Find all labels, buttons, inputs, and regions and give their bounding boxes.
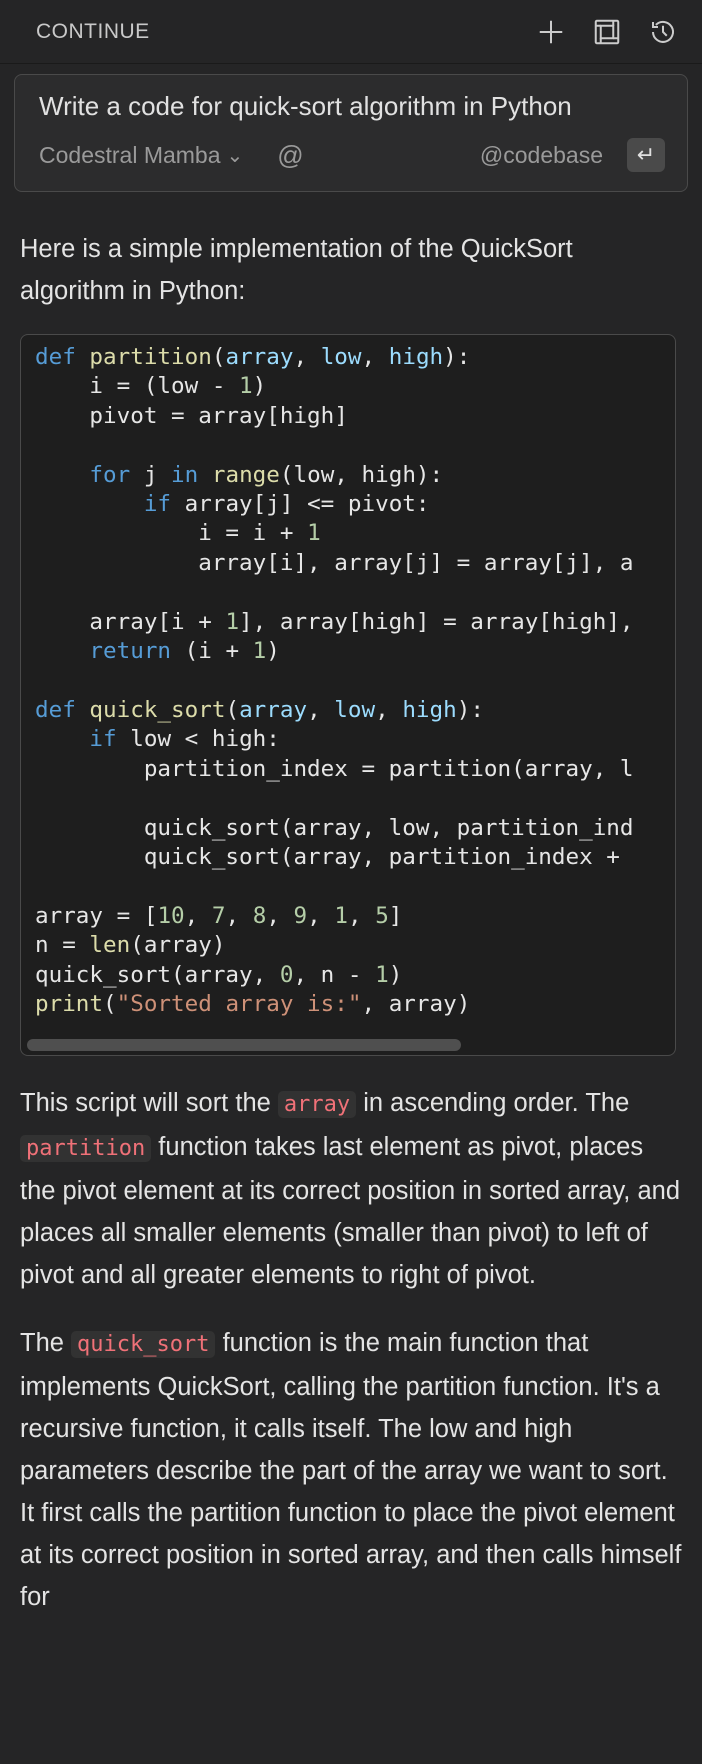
code-line: print("Sorted array is:", array) [35, 990, 471, 1017]
code-line: quick_sort(array, partition_index + [35, 843, 634, 870]
mention-icon[interactable]: @ [277, 140, 303, 171]
enter-icon[interactable]: ↵ [627, 138, 665, 172]
code-line: pivot = array[high] [35, 402, 348, 429]
inline-code-quick-sort: quick_sort [71, 1331, 216, 1358]
code-block[interactable]: def partition(array, low, high): i = (lo… [20, 334, 676, 1056]
code-line: if low < high: [89, 726, 280, 753]
horizontal-scrollbar[interactable] [27, 1039, 461, 1051]
code-line: array[i + 1], array[high] = array[high], [35, 608, 634, 635]
codebase-context-button[interactable]: @codebase [480, 142, 603, 169]
code-line: array = [10, 7, 8, 9, 1, 5] [35, 902, 403, 929]
code-line: def quick_sort(array, low, high): [35, 696, 484, 723]
inline-code-partition: partition [20, 1135, 152, 1162]
panel-header: CONTINUE [0, 0, 702, 64]
code-line: array[i], array[j] = array[j], a [35, 549, 634, 576]
maximize-icon[interactable] [590, 15, 624, 49]
response-paragraph-quick-sort: The quick_sort function is the main func… [20, 1329, 682, 1611]
code-line: quick_sort(array, 0, n - 1) [35, 961, 403, 988]
code-line: n = len(array) [35, 932, 226, 959]
panel-title: CONTINUE [36, 19, 150, 43]
plus-icon[interactable] [534, 15, 568, 49]
code-line: i = (low - 1) [35, 373, 267, 400]
response-paragraph-partition: This script will sort the array in ascen… [20, 1089, 681, 1289]
model-name: Codestral Mamba [39, 141, 221, 168]
chat-input-box[interactable]: Write a code for quick-sort algorithm in… [14, 74, 688, 192]
input-toolbar: Codestral Mamba ⌄ @ @codebase ↵ [39, 138, 665, 172]
prompt-input[interactable]: Write a code for quick-sort algorithm in… [39, 91, 665, 122]
code-line: partition_index = partition(array, l [35, 755, 634, 782]
chevron-down-icon: ⌄ [226, 144, 244, 167]
model-selector[interactable]: Codestral Mamba ⌄ [39, 142, 243, 169]
code-content: def partition(array, low, high): i = (lo… [21, 335, 675, 1019]
header-actions [534, 15, 680, 49]
code-line: return (i + 1) [89, 638, 280, 665]
inline-code-array: array [277, 1091, 357, 1118]
code-line: for j in range(low, high): [89, 461, 444, 488]
code-line: i = i + 1 [35, 520, 321, 547]
code-line: if array[j] <= pivot: [143, 491, 430, 518]
response-intro: Here is a simple implementation of the Q… [20, 235, 573, 305]
code-line: quick_sort(array, low, partition_ind [35, 814, 634, 841]
code-line: def partition(array, low, high): [35, 344, 471, 370]
history-icon[interactable] [646, 15, 680, 49]
